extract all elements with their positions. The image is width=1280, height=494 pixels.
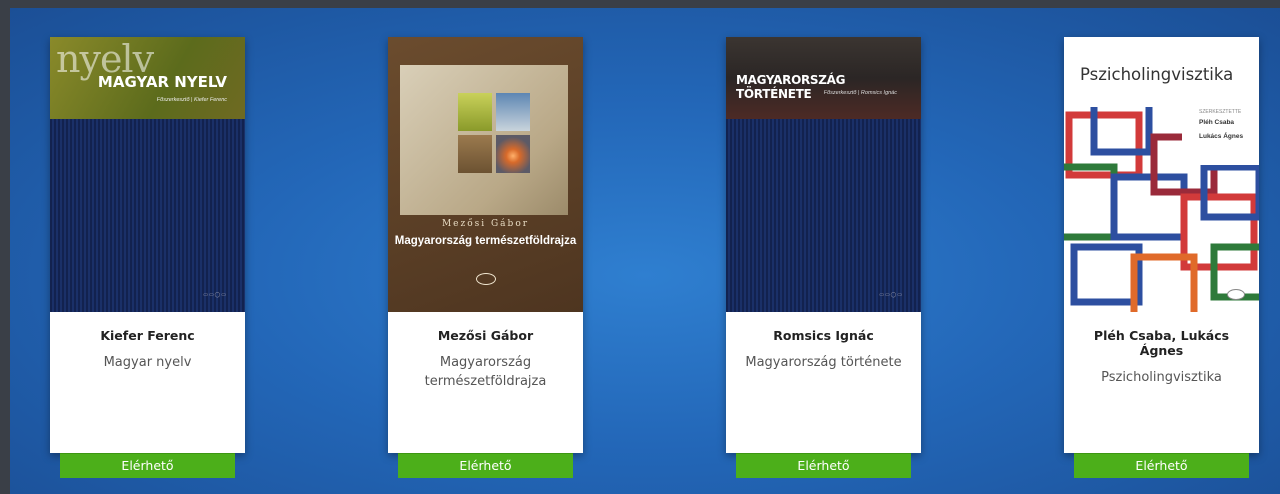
book-card-body[interactable]: Pszicholingvisztika SZERKESZTETTE Pléh C…	[1064, 37, 1259, 453]
availability-button[interactable]: Elérhető	[1074, 453, 1249, 478]
book-cover[interactable]: Pszicholingvisztika SZERKESZTETTE Pléh C…	[1064, 37, 1259, 312]
publisher-logo: ▭▭◯▭	[203, 292, 227, 298]
book-card-body[interactable]: MAGYARORSZÁG TÖRTÉNETE Főszerkesztő | Ro…	[726, 37, 921, 453]
availability-button[interactable]: Elérhető	[398, 453, 573, 478]
photo-tile-sunset	[496, 135, 530, 173]
book-card-body[interactable]: Mezősi Gábor Magyarország természetföldr…	[388, 37, 583, 453]
cover-pattern	[726, 119, 921, 312]
cover-pattern	[50, 119, 245, 312]
book-author: Mezősi Gábor	[437, 328, 534, 343]
availability-button[interactable]: Elérhető	[736, 453, 911, 478]
book-card-body[interactable]: nyelv MAGYAR NYELV Főszerkesztő | Kiefer…	[50, 37, 245, 453]
book-author: Romsics Ignác	[773, 328, 874, 343]
cover-title: Magyarország természetföldrajza	[394, 235, 577, 247]
book-author: Kiefer Ferenc	[100, 328, 195, 343]
cover-title: MAGYARORSZÁG TÖRTÉNETE	[736, 73, 846, 101]
cover-editors-label: SZERKESZTETTE	[1199, 109, 1242, 115]
book-author: Pléh Csaba, Lukács Ágnes	[1093, 328, 1230, 358]
cover-author: Mezősi Gábor	[441, 219, 530, 229]
book-card[interactable]: Pszicholingvisztika SZERKESZTETTE Pléh C…	[1064, 37, 1259, 478]
cover-editor: Lukács Ágnes	[1199, 133, 1244, 140]
book-cover[interactable]: nyelv MAGYAR NYELV Főszerkesztő | Kiefer…	[50, 37, 245, 312]
book-cover[interactable]: Mezősi Gábor Magyarország természetföldr…	[388, 37, 583, 312]
availability-button[interactable]: Elérhető	[60, 453, 235, 478]
book-card[interactable]: MAGYARORSZÁG TÖRTÉNETE Főszerkesztő | Ro…	[726, 37, 921, 478]
publisher-logo	[1227, 289, 1245, 300]
cover-photo-panel	[400, 65, 568, 215]
cover-title: Pszicholingvisztika	[1080, 65, 1234, 84]
book-title[interactable]: Pszicholingvisztika	[1076, 368, 1247, 387]
publisher-logo	[476, 273, 496, 285]
book-title[interactable]: Magyarország története	[738, 353, 909, 372]
photo-tile-field	[458, 93, 492, 131]
book-title[interactable]: Magyar nyelv	[62, 353, 233, 372]
cover-subtitle: Főszerkesztő | Romsics Ignác	[823, 90, 897, 96]
book-card[interactable]: Mezősi Gábor Magyarország természetföldr…	[388, 37, 583, 478]
cover-title: MAGYAR NYELV	[97, 73, 227, 91]
book-cover[interactable]: MAGYARORSZÁG TÖRTÉNETE Főszerkesztő | Ro…	[726, 37, 921, 312]
book-title[interactable]: Magyarország természetföldrajza	[400, 353, 571, 391]
photo-tile-earth	[458, 135, 492, 173]
cover-subtitle: Főszerkesztő | Kiefer Ferenc	[156, 97, 227, 103]
book-card[interactable]: nyelv MAGYAR NYELV Főszerkesztő | Kiefer…	[50, 37, 245, 478]
cover-editor: Pléh Csaba	[1199, 119, 1235, 126]
publisher-logo: ▭▭◯▭	[879, 292, 903, 298]
catalog-stage: nyelv MAGYAR NYELV Főszerkesztő | Kiefer…	[10, 8, 1280, 494]
photo-tile-sky	[496, 93, 530, 131]
